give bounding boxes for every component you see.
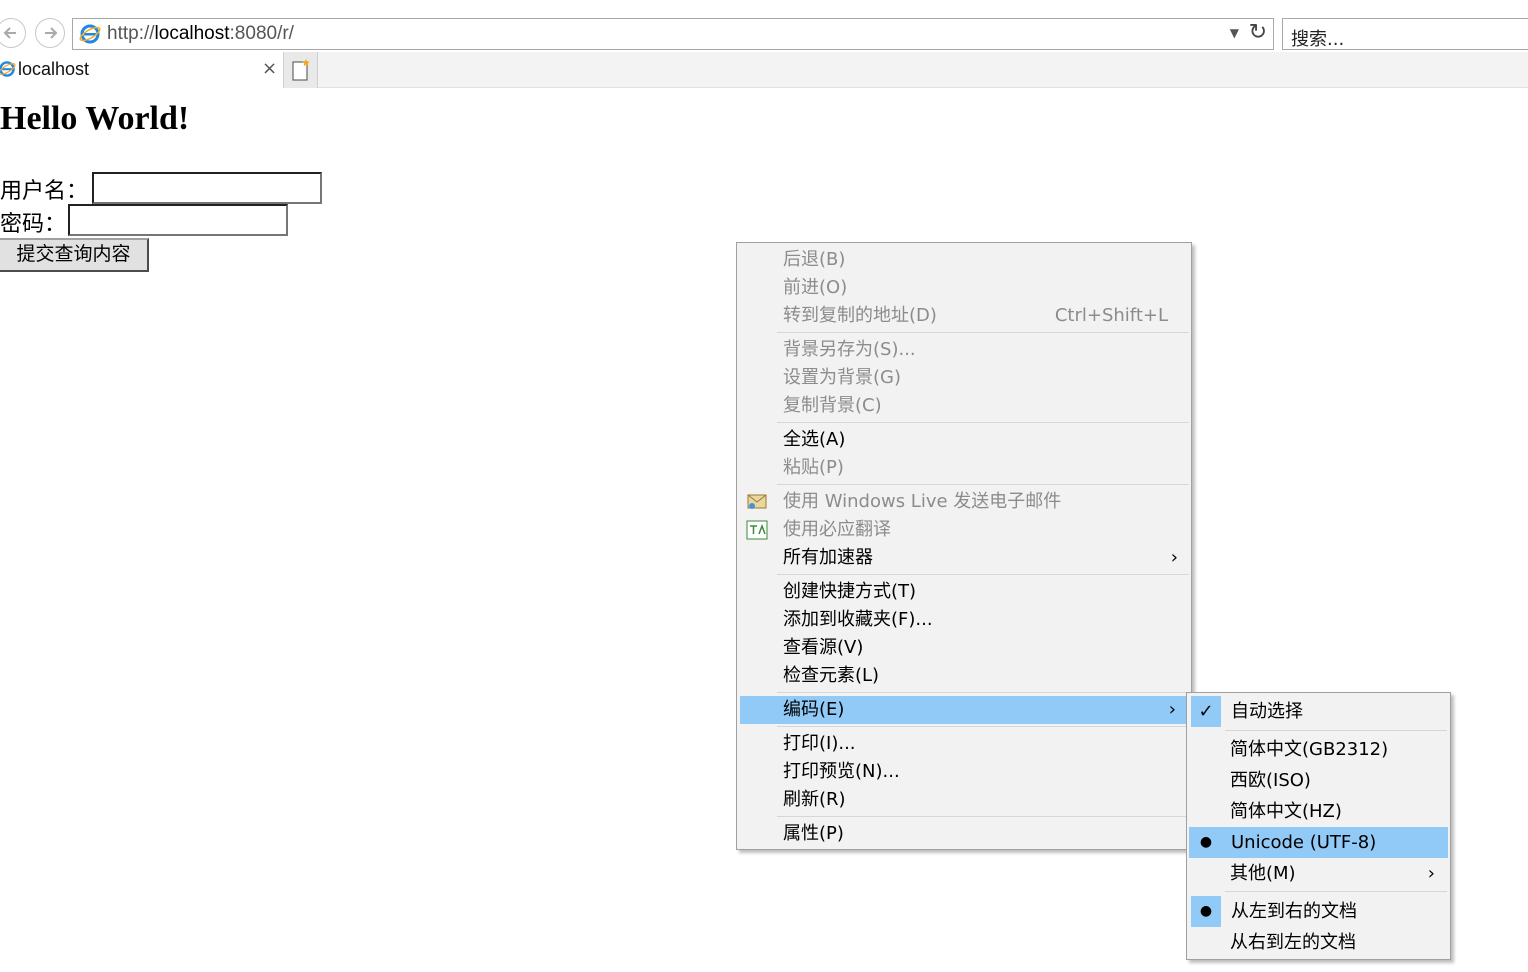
- encoding-submenu: ✓ 自动选择 简体中文(GB2312) 西欧(ISO) 简体中文(HZ) ● U…: [1186, 692, 1451, 960]
- password-input[interactable]: [68, 204, 288, 236]
- username-label: 用户名：: [0, 178, 89, 203]
- menu-separator: [777, 726, 1189, 727]
- password-label: 密码：: [0, 211, 67, 236]
- forward-button[interactable]: [35, 18, 65, 48]
- menu-separator: [1225, 891, 1447, 892]
- address-dropdown-icon[interactable]: ▼: [1230, 26, 1239, 40]
- menu-separator: [777, 574, 1189, 575]
- tab-localhost[interactable]: localhost ×: [0, 52, 284, 88]
- encoding-gb2312[interactable]: 简体中文(GB2312): [1188, 734, 1447, 765]
- direction-left-to-right[interactable]: ● 从左到右的文档: [1189, 896, 1448, 927]
- username-input[interactable]: [92, 172, 322, 204]
- submenu-arrow-icon: ›: [1427, 863, 1435, 884]
- search-placeholder: 搜索...: [1291, 29, 1345, 50]
- tab-title: localhost: [18, 59, 90, 79]
- translate-icon: [746, 520, 768, 540]
- menu-item-encoding[interactable]: 编码(E) ›: [740, 696, 1188, 724]
- menu-item-set-background[interactable]: 设置为背景(G): [738, 364, 1190, 392]
- menu-separator: [777, 332, 1189, 333]
- menu-item-forward[interactable]: 前进(O): [738, 274, 1190, 302]
- ie-tab-icon: [0, 61, 16, 77]
- menu-item-select-all[interactable]: 全选(A): [738, 426, 1190, 454]
- menu-item-inspect-element[interactable]: 检查元素(L): [738, 662, 1190, 690]
- url-text: http://localhost:8080/r/: [107, 23, 294, 44]
- menu-separator: [777, 816, 1189, 817]
- menu-separator: [777, 484, 1189, 485]
- menu-separator: [777, 422, 1189, 423]
- encoding-other[interactable]: 其他(M) ›: [1188, 858, 1447, 889]
- menu-item-paste[interactable]: 粘贴(P): [738, 454, 1190, 482]
- menu-item-print-preview[interactable]: 打印预览(N)...: [738, 758, 1190, 786]
- submenu-arrow-icon: ›: [1168, 699, 1176, 720]
- page-heading: Hello World!: [0, 100, 190, 137]
- shortcut-text: Ctrl+Shift+L: [1054, 305, 1168, 326]
- menu-item-add-to-favorites[interactable]: 添加到收藏夹(F)...: [738, 606, 1190, 634]
- refresh-icon[interactable]: ↻: [1249, 20, 1267, 45]
- menu-item-bing-translate[interactable]: 使用必应翻译: [738, 516, 1190, 544]
- menu-item-all-accelerators[interactable]: 所有加速器 ›: [738, 544, 1190, 572]
- address-bar[interactable]: http://localhost:8080/r/ ▼ ↻: [72, 18, 1274, 50]
- forward-arrow-icon: [45, 27, 58, 39]
- menu-item-copy-background[interactable]: 复制背景(C): [738, 392, 1190, 420]
- menu-item-back[interactable]: 后退(B): [738, 246, 1190, 274]
- tab-close-icon[interactable]: ×: [262, 58, 277, 79]
- radio-dot-icon: ●: [1199, 834, 1213, 850]
- email-icon: [747, 494, 767, 509]
- submenu-arrow-icon: ›: [1170, 547, 1178, 568]
- menu-separator: [777, 692, 1189, 693]
- menu-separator: [1225, 730, 1447, 731]
- menu-item-create-shortcut[interactable]: 创建快捷方式(T): [738, 578, 1190, 606]
- search-box[interactable]: 搜索...: [1282, 18, 1528, 50]
- menu-item-view-source[interactable]: 查看源(V): [738, 634, 1190, 662]
- check-icon: ✓: [1191, 696, 1221, 727]
- encoding-auto-select[interactable]: ✓ 自动选择: [1189, 696, 1448, 727]
- ie-logo-icon: [79, 24, 101, 44]
- submit-button[interactable]: 提交查询内容: [0, 238, 149, 272]
- menu-item-save-background[interactable]: 背景另存为(S)...: [738, 336, 1190, 364]
- menu-item-properties[interactable]: 属性(P): [738, 820, 1190, 848]
- radio-dot-icon: ●: [1191, 896, 1221, 927]
- menu-item-go-to-copied-address[interactable]: 转到复制的地址(D) Ctrl+Shift+L: [738, 302, 1190, 330]
- menu-item-refresh[interactable]: 刷新(R): [738, 786, 1190, 814]
- back-arrow-icon: [3, 27, 16, 39]
- encoding-utf8[interactable]: ● Unicode (UTF-8): [1189, 827, 1448, 858]
- menu-item-email-windows-live[interactable]: 使用 Windows Live 发送电子邮件: [738, 488, 1190, 516]
- menu-item-print[interactable]: 打印(I)...: [738, 730, 1190, 758]
- new-tab-icon: [292, 59, 310, 81]
- context-menu: 后退(B) 前进(O) 转到复制的地址(D) Ctrl+Shift+L 背景另存为…: [736, 242, 1192, 850]
- new-tab-button[interactable]: [284, 52, 318, 88]
- encoding-hz[interactable]: 简体中文(HZ): [1188, 796, 1447, 827]
- encoding-western-iso[interactable]: 西欧(ISO): [1188, 765, 1447, 796]
- direction-right-to-left[interactable]: 从右到左的文档: [1188, 927, 1447, 958]
